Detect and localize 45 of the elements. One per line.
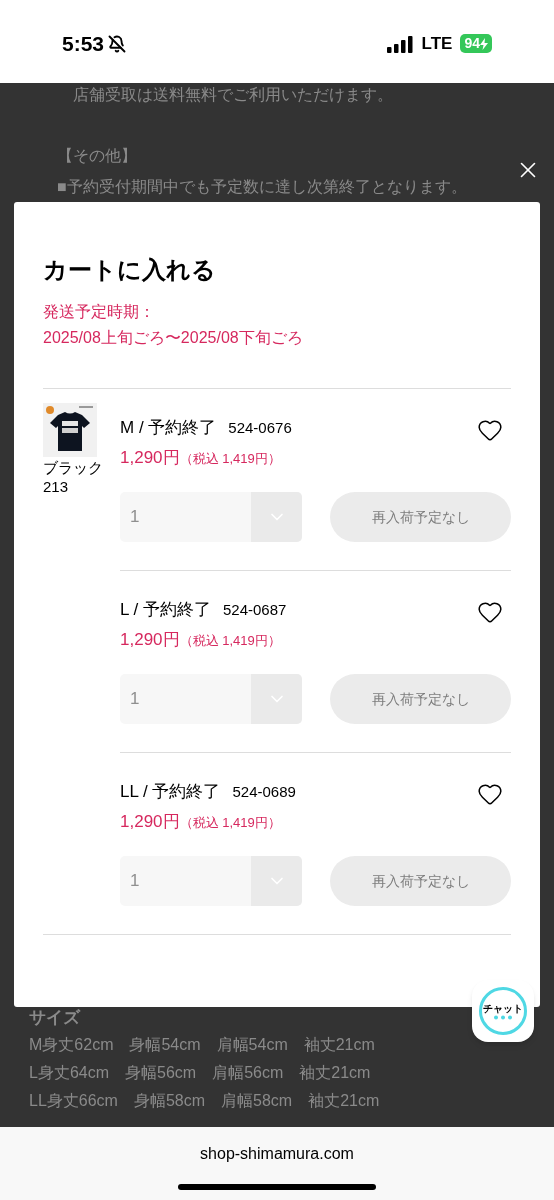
bolt-icon: [480, 37, 488, 50]
product-code: 524-0689: [232, 782, 296, 802]
size-measurement: 袖丈21cm: [308, 1090, 380, 1111]
size-measurement: 肩幅56cm: [212, 1062, 284, 1083]
size-measurement: L身丈64cm: [29, 1062, 110, 1083]
color-code: 213: [43, 477, 70, 496]
bell-off-icon: [108, 34, 127, 53]
variant-name: L / 予約終了: [120, 599, 211, 621]
heart-icon: [477, 417, 503, 443]
product-code: 524-0676: [228, 418, 292, 438]
background-text: ■予約受付期間中でも予定数に達し次第終了となります。: [57, 177, 467, 197]
heart-icon: [477, 599, 503, 625]
size-measurement: 身幅54cm: [129, 1034, 201, 1055]
address-url: shop-shimamura.com: [200, 1144, 354, 1164]
background-text: 店舗受取は送料無料でご利用いただけます。: [72, 85, 393, 105]
background-text: 【その他】: [57, 146, 137, 166]
tax-price: （税込 1,419円）: [179, 631, 281, 650]
size-measurement: 袖丈21cm: [299, 1062, 371, 1083]
modal-title: カートに入れる: [43, 255, 217, 285]
dots-icon: [493, 1014, 513, 1020]
variant-name: LL / 予約終了: [120, 781, 221, 803]
tax-price: （税込 1,419円）: [179, 449, 281, 468]
size-measurement: 肩幅58cm: [221, 1090, 293, 1111]
size-measurement: M身丈62cm: [29, 1034, 114, 1055]
size-heading: サイズ: [29, 1007, 80, 1029]
price: 1,290円: [120, 810, 180, 833]
size-measurement: 身幅58cm: [133, 1090, 206, 1111]
chat-button[interactable]: チャット: [472, 980, 534, 1042]
size-measurement: 袖丈21cm: [303, 1034, 375, 1055]
color-name: ブラック: [43, 458, 104, 477]
battery-indicator: 94: [460, 34, 492, 53]
shipping-period: 2025/08上旬ごろ〜2025/08下旬ごろ: [43, 328, 304, 348]
product-code: 524-0687: [223, 600, 287, 620]
price: 1,290円: [120, 628, 180, 651]
status-time: 5:53: [62, 30, 105, 57]
size-measurement: 肩幅54cm: [216, 1034, 288, 1055]
tax-price: （税込 1,419円）: [179, 813, 281, 832]
signal-icon: [386, 34, 414, 53]
size-measurement: 身幅56cm: [125, 1062, 197, 1083]
heart-icon: [477, 781, 503, 807]
network-label: LTE: [421, 32, 453, 55]
variant-name: M / 予約終了: [120, 417, 217, 439]
price: 1,290円: [120, 446, 180, 469]
shipping-label: 発送予定時期：: [43, 302, 156, 322]
size-measurement: LL身丈66cm: [29, 1090, 118, 1111]
